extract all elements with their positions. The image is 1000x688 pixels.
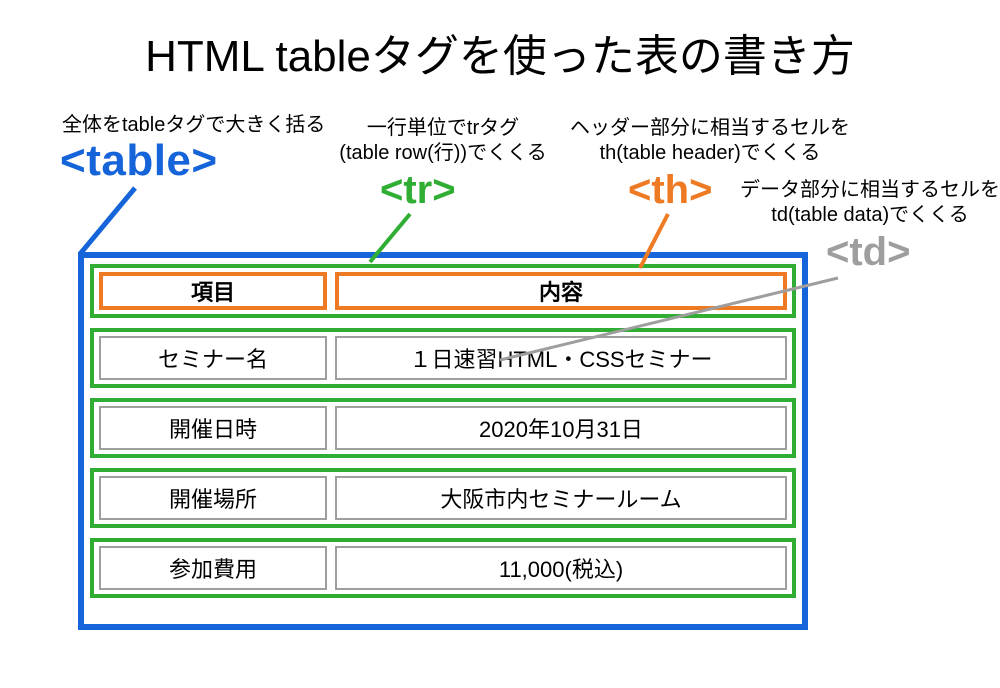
annotation-table-tag: <table> — [60, 136, 218, 186]
frame-td: 開催日時 — [99, 406, 327, 450]
annotation-th-description: ヘッダー部分に相当するセルを th(table header)でくくる — [560, 116, 860, 166]
annotation-th-desc-line1: ヘッダー部分に相当するセルを — [570, 117, 850, 139]
page-title: HTML tableタグを使った表の書き方 — [0, 20, 1000, 84]
connector-table — [80, 188, 135, 254]
annotation-tr-desc-line1: 一行単位でtrタグ — [367, 117, 519, 139]
frame-table: 項目 内容 セミナー名 １日速習HTML・CSSセミナー 開催日時 2020年1… — [78, 252, 808, 630]
annotation-tr-description: 一行単位でtrタグ (table row(行))でくくる — [318, 116, 568, 166]
frame-td: 参加費用 — [99, 546, 327, 590]
frame-td: 大阪市内セミナールーム — [335, 476, 787, 520]
annotation-td-tag: <td> — [826, 230, 910, 275]
annotation-th-tag: <th> — [628, 168, 712, 213]
annotation-table-description: 全体をtableタグで大きく括る — [62, 108, 325, 137]
frame-tr-header: 項目 内容 — [90, 264, 796, 318]
frame-th-col1: 項目 — [99, 272, 327, 310]
table-row: 開催場所 大阪市内セミナールーム — [90, 468, 796, 528]
frame-td: セミナー名 — [99, 336, 327, 380]
annotation-tr-desc-line2: (table row(行))でくくる — [339, 142, 546, 164]
frame-td: 2020年10月31日 — [335, 406, 787, 450]
annotation-td-desc-line2: td(table data)でくくる — [771, 204, 968, 226]
frame-td: １日速習HTML・CSSセミナー — [335, 336, 787, 380]
annotation-td-description: データ部分に相当するセルを td(table data)でくくる — [740, 178, 1000, 228]
table-row: 開催日時 2020年10月31日 — [90, 398, 796, 458]
annotation-tr-tag: <tr> — [380, 168, 456, 213]
frame-td: 開催場所 — [99, 476, 327, 520]
frame-td: 11,000(税込) — [335, 546, 787, 590]
frame-th-col2: 内容 — [335, 272, 787, 310]
annotation-th-desc-line2: th(table header)でくくる — [600, 142, 821, 164]
table-row: セミナー名 １日速習HTML・CSSセミナー — [90, 328, 796, 388]
annotation-td-desc-line1: データ部分に相当するセルを — [740, 179, 1000, 201]
table-row: 参加費用 11,000(税込) — [90, 538, 796, 598]
